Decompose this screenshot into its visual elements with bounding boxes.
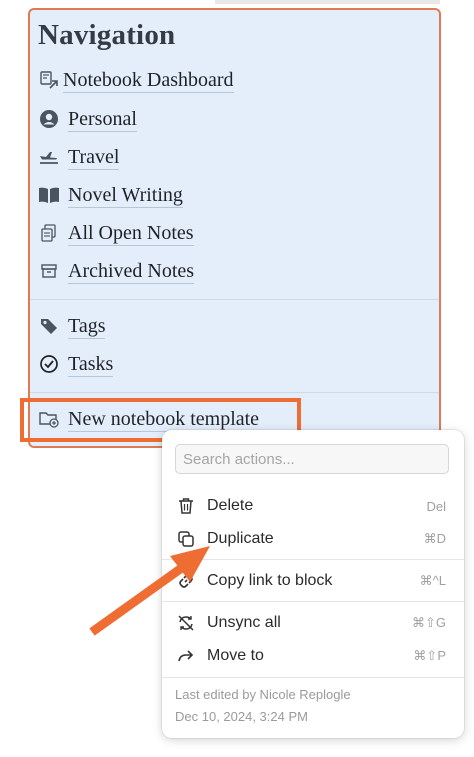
menu-divider [162, 559, 464, 560]
menu-item-label: Duplicate [207, 530, 274, 547]
nav-item-tasks[interactable]: Tasks [38, 349, 114, 379]
menu-item-label: Unsync all [207, 614, 281, 631]
nav-item-tags[interactable]: Tags [38, 311, 106, 341]
duplicate-icon [176, 529, 196, 549]
nav-item-label: Personal [68, 107, 137, 132]
menu-item-delete[interactable]: Delete Del [162, 490, 464, 522]
menu-divider [162, 601, 464, 602]
menu-item-duplicate[interactable]: Duplicate ⌘D [162, 523, 464, 555]
notebook-link-icon [38, 69, 60, 91]
menu-item-move-to[interactable]: Move to ⌘⇧P [162, 640, 464, 672]
check-circle-icon [38, 353, 60, 375]
nav-item-label: Tasks [68, 352, 114, 377]
nav-divider [30, 392, 439, 393]
trash-icon [176, 496, 196, 516]
airplane-icon [38, 146, 60, 168]
tag-icon [38, 315, 60, 337]
menu-item-unsync-all[interactable]: Unsync all ⌘⇧G [162, 607, 464, 639]
menu-item-label: Copy link to block [207, 572, 333, 589]
arrow-right-icon [176, 646, 196, 666]
open-book-icon [38, 184, 60, 206]
menu-item-shortcut: ⌘⇧P [413, 648, 446, 663]
unsync-icon [176, 613, 196, 633]
last-edited-by: Last edited by Nicole Replogle [175, 687, 351, 702]
archive-box-icon [38, 260, 60, 282]
last-edited-date: Dec 10, 2024, 3:24 PM [175, 709, 308, 724]
menu-item-shortcut: ⌘^L [419, 573, 446, 588]
nav-item-archived-notes[interactable]: Archived Notes [38, 256, 195, 286]
nav-item-novel-writing[interactable]: Novel Writing [38, 180, 183, 210]
nav-item-label: Travel [68, 145, 120, 170]
context-menu: Delete Del Duplicate ⌘D Copy [162, 430, 464, 738]
notes-stack-icon [38, 222, 60, 244]
nav-item-label: All Open Notes [68, 221, 194, 246]
top-edge-shadow [215, 0, 440, 4]
menu-item-label: Delete [207, 497, 254, 514]
search-actions-input[interactable] [175, 444, 449, 474]
nav-item-label: Notebook Dashboard [63, 68, 234, 93]
menu-item-shortcut: Del [426, 498, 446, 514]
screen: Navigation Notebook Dashboard Personal T… [0, 0, 474, 757]
menu-item-shortcut: ⌘D [423, 531, 446, 546]
menu-item-label: Move to [207, 647, 264, 664]
nav-item-label: Tags [68, 314, 106, 339]
nav-divider [30, 299, 439, 300]
menu-item-copy-link[interactable]: Copy link to block ⌘^L [162, 565, 464, 597]
nav-item-label: Archived Notes [68, 259, 195, 284]
link-icon [176, 571, 196, 591]
nav-item-all-open-notes[interactable]: All Open Notes [38, 218, 194, 248]
person-circle-icon [38, 108, 60, 130]
nav-item-personal[interactable]: Personal [38, 104, 137, 134]
nav-item-travel[interactable]: Travel [38, 142, 120, 172]
nav-item-label: Novel Writing [68, 183, 183, 208]
menu-item-shortcut: ⌘⇧G [411, 615, 446, 630]
menu-divider [162, 677, 464, 678]
navigation-title: Navigation [38, 19, 176, 51]
navigation-panel: Navigation Notebook Dashboard Personal T… [28, 8, 441, 448]
nav-item-notebook-dashboard[interactable]: Notebook Dashboard [38, 65, 234, 95]
